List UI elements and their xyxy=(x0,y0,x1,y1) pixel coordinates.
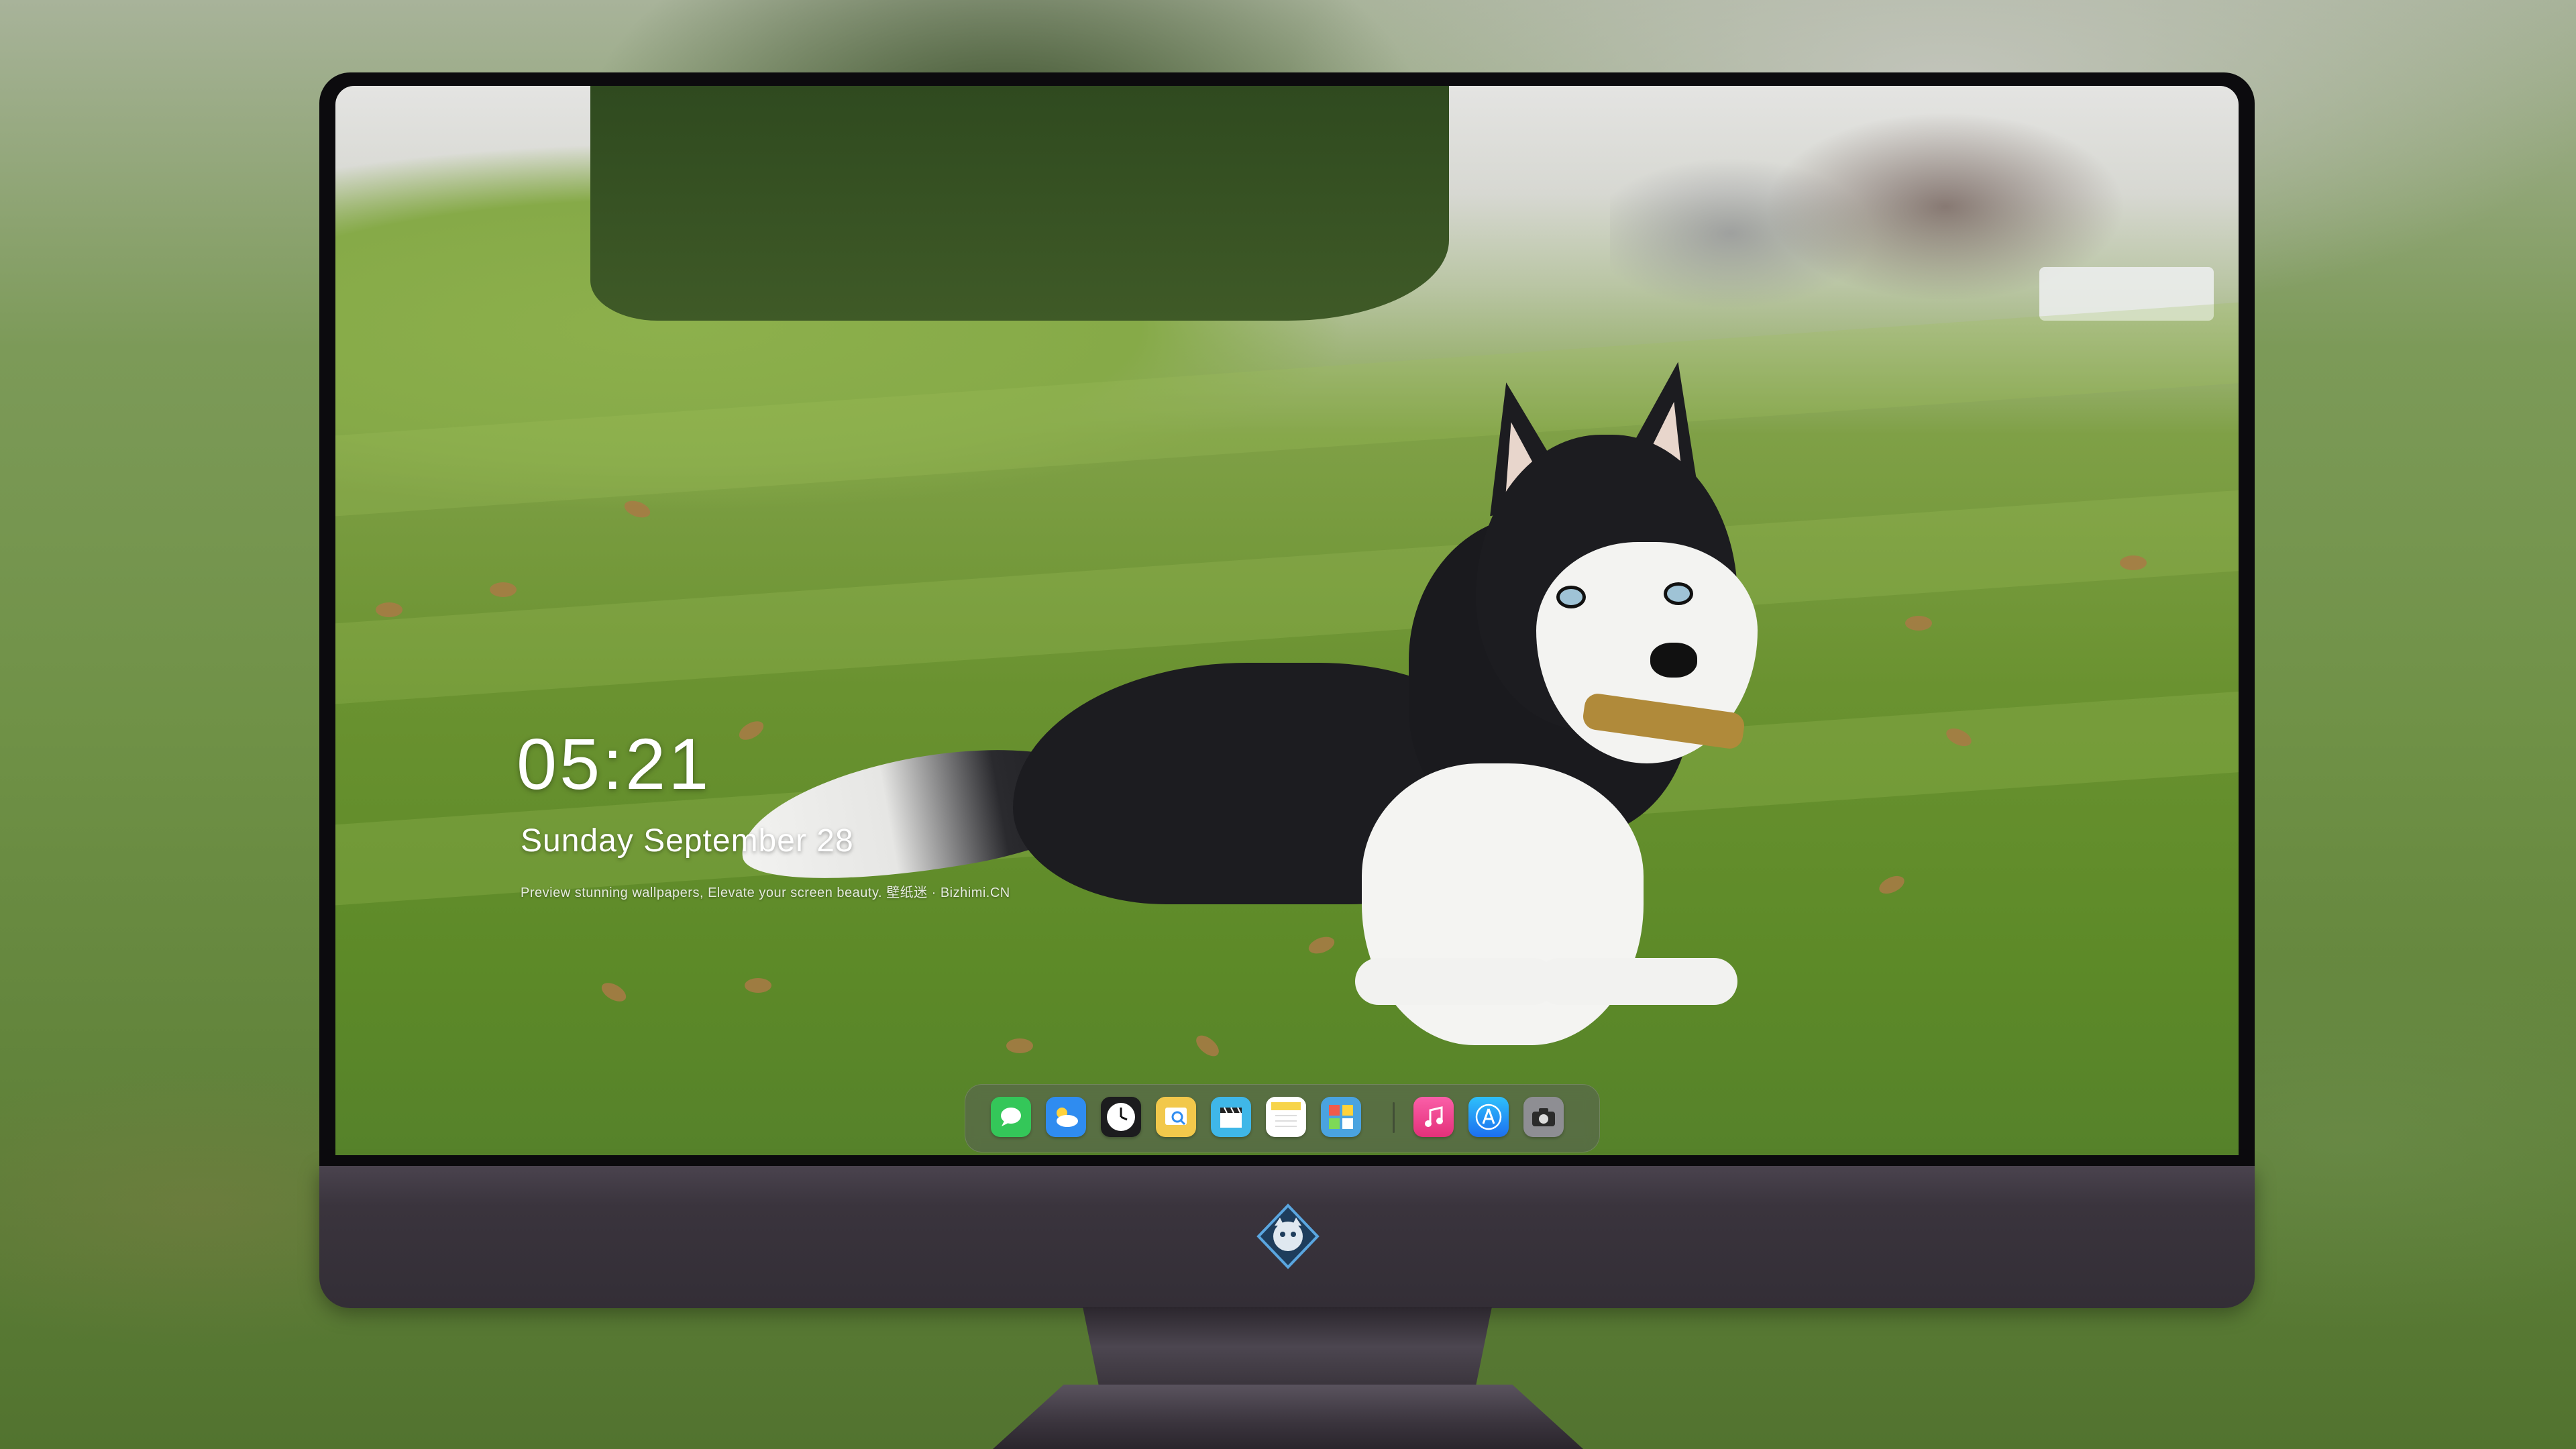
dog-front-leg-right xyxy=(1536,958,1737,1005)
message-bubble-icon-glyph xyxy=(1001,1108,1021,1126)
cloud-sun-icon[interactable] xyxy=(1046,1097,1086,1137)
wallpaper-leaf xyxy=(1905,616,1932,631)
app-store-icon-glyph xyxy=(1475,1104,1502,1130)
wallpaper-evergreen-trees xyxy=(590,86,1449,321)
desktop-stage: 05:21 Sunday September 28 Preview stunni… xyxy=(0,0,2576,1449)
brand-mascot-logo-icon xyxy=(1256,1203,1320,1269)
cloud-sun-icon-glyph xyxy=(1057,1108,1078,1127)
app-store-icon[interactable] xyxy=(1468,1097,1509,1137)
dog-eye-right xyxy=(1664,582,1693,605)
wallpaper-leaf xyxy=(490,582,517,597)
monitor-stand-base xyxy=(993,1385,1583,1449)
wallpaper-leaf xyxy=(1006,1038,1033,1053)
camera-icon[interactable] xyxy=(1523,1097,1564,1137)
music-note-icon-glyph xyxy=(1425,1106,1443,1127)
photos-grid-icon-glyph xyxy=(1329,1105,1353,1129)
clapperboard-icon[interactable] xyxy=(1211,1097,1251,1137)
wallpaper-leaf xyxy=(745,978,771,993)
dog-front-leg-left xyxy=(1355,958,1556,1005)
monitor-screen: 05:21 Sunday September 28 Preview stunni… xyxy=(335,86,2239,1155)
dog-nose xyxy=(1650,643,1697,678)
monitor-stand-neck xyxy=(1083,1307,1492,1387)
preview-icon[interactable] xyxy=(1156,1097,1196,1137)
notes-icon[interactable] xyxy=(1266,1097,1306,1137)
notes-icon-glyph xyxy=(1271,1102,1301,1127)
clapperboard-icon-glyph xyxy=(1220,1107,1242,1128)
dog-eye-left xyxy=(1556,586,1586,608)
message-bubble-icon[interactable] xyxy=(991,1097,1031,1137)
dock xyxy=(965,1084,1600,1152)
camera-icon-glyph xyxy=(1532,1108,1555,1126)
music-note-icon[interactable] xyxy=(1413,1097,1454,1137)
clock-icon-glyph xyxy=(1107,1103,1135,1131)
photos-grid-icon[interactable] xyxy=(1321,1097,1361,1137)
clock-icon[interactable] xyxy=(1101,1097,1141,1137)
preview-icon-glyph xyxy=(1165,1108,1187,1126)
wallpaper-leaf xyxy=(376,602,402,617)
lockscreen-clock: 05:21 xyxy=(517,723,712,804)
dock-separator xyxy=(1393,1102,1395,1133)
wallpaper-leaf xyxy=(2120,555,2147,570)
lockscreen-tagline: Preview stunning wallpapers, Elevate you… xyxy=(521,885,1010,900)
lockscreen-date: Sunday September 28 xyxy=(521,823,854,859)
